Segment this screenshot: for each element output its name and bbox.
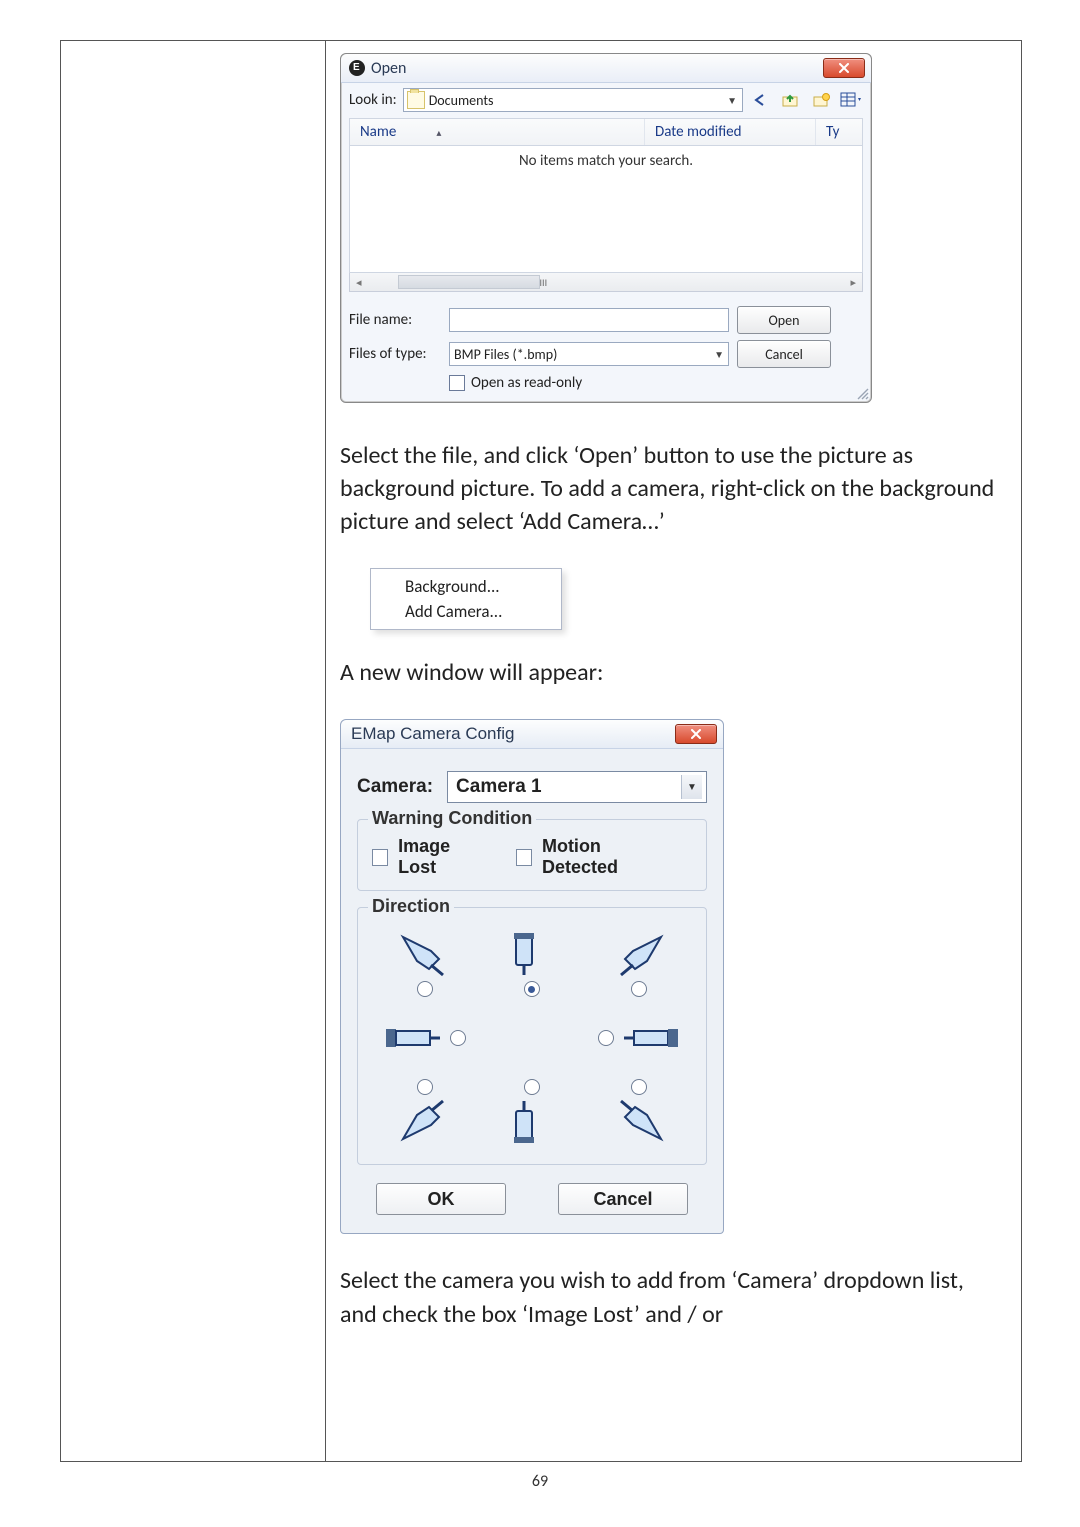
context-item-add-camera[interactable]: Add Camera... [371,599,561,624]
back-icon[interactable] [749,89,773,111]
filetype-label: Files of type: [349,345,441,363]
direction-radio-sw[interactable] [417,1079,433,1095]
direction-radio-s[interactable] [524,1079,540,1095]
emap-title: EMap Camera Config [351,724,514,744]
paragraph-3: Select the camera you wish to add from ‘… [340,1264,1003,1330]
filename-label: File name: [349,311,441,329]
scroll-right-icon: ▸ [844,276,862,289]
scroll-left-icon: ◂ [350,276,368,289]
chevron-down-icon: ▼ [724,94,740,107]
camera-n-icon [504,931,560,979]
folder-icon [407,91,425,109]
close-button[interactable] [823,58,865,78]
camera-value: Camera 1 [456,776,542,798]
scroll-mid-label: III [540,276,548,289]
image-lost-label: Image Lost [398,836,488,878]
dialog-titlebar: Open [341,54,871,83]
camera-se-icon [611,1097,667,1145]
empty-message: No items match your search. [519,152,693,170]
open-file-dialog: Open Look in: Documents [340,53,872,403]
scroll-thumb [398,275,540,289]
direction-radio-se[interactable] [631,1079,647,1095]
header-name: Name [360,123,396,141]
filetype-combo[interactable]: BMP Files (*.bmp) ▼ [449,342,729,366]
filename-input[interactable] [449,308,729,332]
sort-indicator-icon: ▴ [436,126,441,139]
filetype-value: BMP Files (*.bmp) [454,346,557,363]
camera-ne-icon [611,931,667,979]
chevron-down-icon: ▼ [681,775,702,799]
up-folder-icon[interactable] [779,89,803,111]
motion-detected-checkbox[interactable] [516,849,532,866]
page-number: 69 [60,1472,1020,1491]
camera-w-icon [384,1021,444,1055]
emap-config-dialog: EMap Camera Config Camera: Camera 1 [340,719,724,1234]
emap-titlebar: EMap Camera Config [341,720,723,749]
lookin-value: Documents [429,92,724,109]
open-button[interactable]: Open [737,306,831,334]
header-type: Ty [816,119,862,145]
direction-group: Direction [357,907,707,1165]
motion-detected-label: Motion Detected [542,836,674,878]
direction-radio-ne[interactable] [631,981,647,997]
image-lost-checkbox[interactable] [372,849,388,866]
context-menu: Background... Add Camera... [370,568,562,630]
direction-radio-e[interactable] [598,1030,614,1046]
close-button[interactable] [675,724,717,744]
view-menu-icon[interactable] [839,89,863,111]
direction-radio-n[interactable] [524,981,540,997]
direction-radio-w[interactable] [450,1030,466,1046]
table-left-column [61,41,326,1461]
table-right-column: Open Look in: Documents [326,41,1021,1461]
camera-s-icon [504,1097,560,1145]
context-item-background[interactable]: Background... [371,574,561,599]
lookin-label: Look in: [349,91,397,109]
ok-button[interactable]: OK [376,1183,506,1215]
warning-condition-group: Warning Condition Image Lost Motion Dete… [357,819,707,891]
direction-radio-nw[interactable] [417,981,433,997]
readonly-label: Open as read-only [471,374,582,392]
resize-grip-icon[interactable] [855,386,869,400]
readonly-checkbox[interactable] [449,375,465,391]
cancel-button[interactable]: Cancel [737,340,831,368]
chevron-down-icon: ▼ [714,348,724,361]
close-icon [691,729,701,739]
direction-legend: Direction [368,896,454,917]
horizontal-scrollbar[interactable]: ◂ III ▸ [349,273,863,292]
camera-combo[interactable]: Camera 1 ▼ [447,771,707,803]
paragraph-2: A new window will appear: [340,656,1003,689]
warning-legend: Warning Condition [368,808,536,829]
file-list-headers[interactable]: Name ▴ Date modified Ty [349,118,863,146]
file-list[interactable]: No items match your search. [349,146,863,273]
new-folder-icon[interactable] [809,89,833,111]
camera-label: Camera: [357,776,433,798]
dialog-title: Open [371,59,406,78]
cancel-button[interactable]: Cancel [558,1183,688,1215]
paragraph-1: Select the file, and click ‘Open’ button… [340,439,1003,538]
lookin-combo[interactable]: Documents ▼ [403,88,743,112]
header-date: Date modified [645,119,816,145]
app-icon [349,60,365,76]
camera-nw-icon [397,931,453,979]
camera-e-icon [620,1021,680,1055]
camera-sw-icon [397,1097,453,1145]
close-icon [839,63,849,73]
